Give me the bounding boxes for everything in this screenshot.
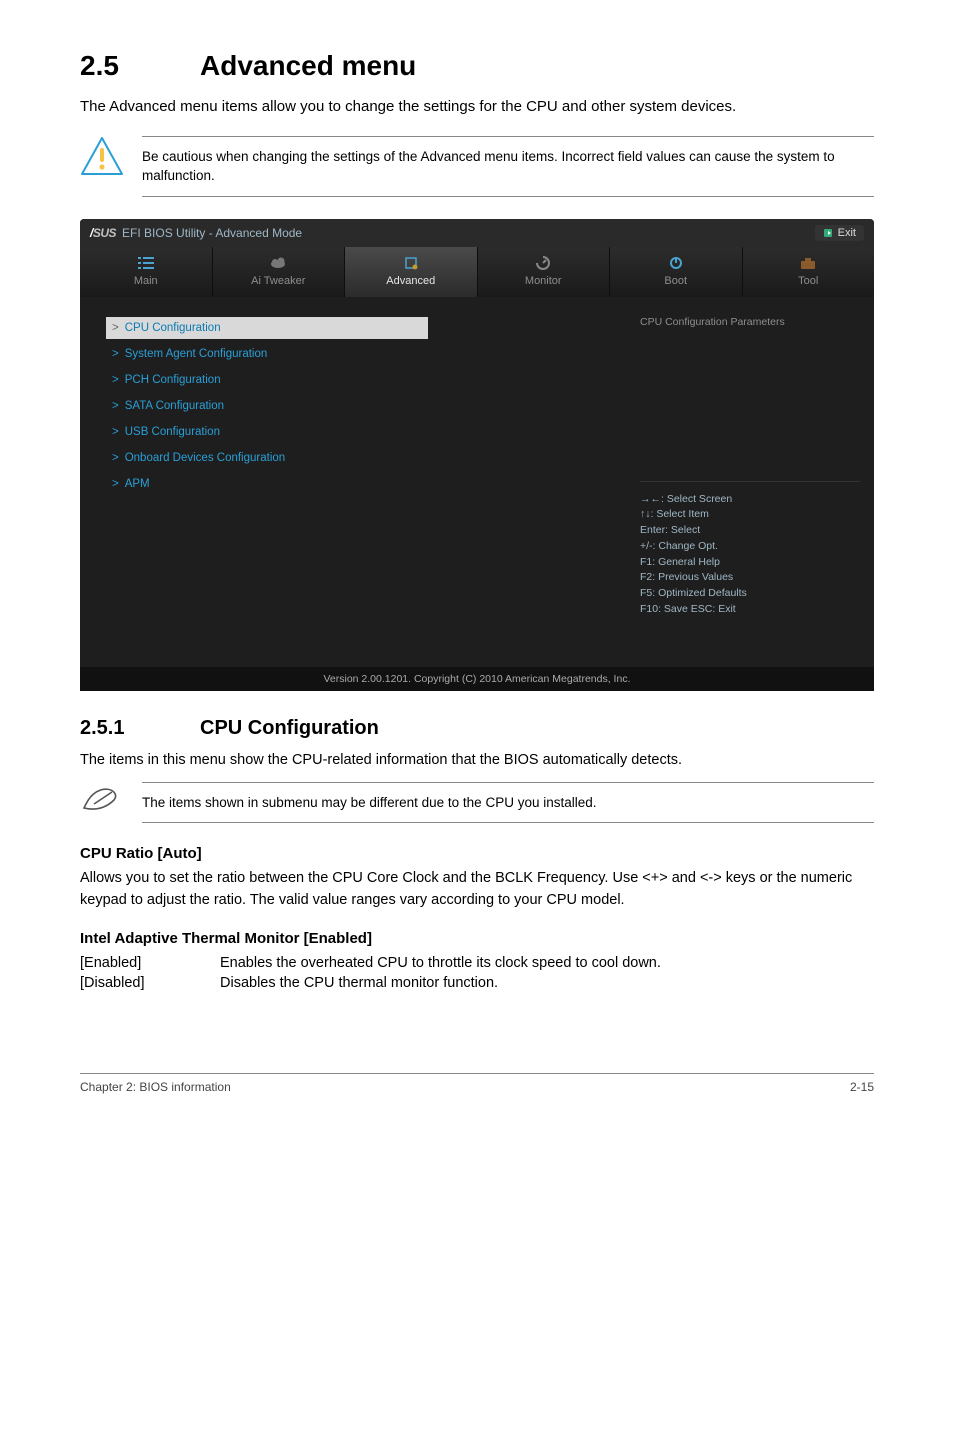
table-row: [Disabled] Disables the CPU thermal moni… — [80, 973, 661, 993]
table-row: [Enabled] Enables the overheated CPU to … — [80, 953, 661, 973]
intro-paragraph: The Advanced menu items allow you to cha… — [80, 96, 874, 118]
tab-boot[interactable]: Boot — [610, 247, 743, 297]
option-value-table: [Enabled] Enables the overheated CPU to … — [80, 953, 661, 993]
key-help-line: F1: General Help — [640, 555, 860, 571]
subsection-paragraph: The items in this menu show the CPU-rela… — [80, 750, 874, 772]
option-key: [Enabled] — [80, 953, 220, 973]
note-callout: The items shown in submenu may be differ… — [80, 782, 874, 824]
list-icon — [136, 255, 156, 271]
menu-onboard-devices-configuration[interactable]: >Onboard Devices Configuration — [106, 447, 616, 469]
tab-ai-tweaker[interactable]: Ai Tweaker — [213, 247, 346, 297]
exit-button[interactable]: Exit — [815, 225, 864, 241]
section-number: 2.5 — [80, 50, 200, 82]
footer-left: Chapter 2: BIOS information — [80, 1080, 231, 1094]
tab-main-label: Main — [134, 275, 158, 287]
power-icon — [666, 255, 686, 271]
bios-body: >CPU Configuration >System Agent Configu… — [80, 297, 874, 667]
bios-title-text: EFI BIOS Utility - Advanced Mode — [122, 226, 302, 240]
key-help-line: ↑↓: Select Item — [640, 507, 860, 523]
bios-menu: >CPU Configuration >System Agent Configu… — [106, 317, 616, 495]
tab-main[interactable]: Main — [80, 247, 213, 297]
warning-callout: Be cautious when changing the settings o… — [80, 136, 874, 197]
warning-icon — [80, 136, 124, 176]
toolbox-icon — [798, 255, 818, 271]
section-title-text: Advanced menu — [200, 50, 416, 81]
note-icon — [80, 782, 124, 812]
option-heading: Intel Adaptive Thermal Monitor [Enabled] — [80, 930, 874, 947]
bios-title-left: /SUS EFI BIOS Utility - Advanced Mode — [90, 226, 302, 240]
key-help-line: F2: Previous Values — [640, 570, 860, 586]
tab-monitor-label: Monitor — [525, 275, 562, 287]
menu-sata-configuration[interactable]: >SATA Configuration — [106, 395, 616, 417]
bios-screenshot: /SUS EFI BIOS Utility - Advanced Mode Ex… — [80, 219, 874, 691]
bios-tabs: Main Ai Tweaker Advanced Monitor Boot To… — [80, 247, 874, 297]
menu-apm[interactable]: >APM — [106, 473, 616, 495]
subsection-title-text: CPU Configuration — [200, 717, 379, 739]
tab-advanced[interactable]: Advanced — [345, 247, 478, 297]
key-help-line: →←: Select Screen — [640, 492, 860, 508]
menu-cpu-configuration[interactable]: >CPU Configuration — [106, 317, 428, 339]
footer-right: 2-15 — [850, 1080, 874, 1094]
menu-usb-configuration[interactable]: >USB Configuration — [106, 421, 616, 443]
menu-pch-configuration[interactable]: >PCH Configuration — [106, 369, 616, 391]
warning-text: Be cautious when changing the settings o… — [142, 147, 874, 186]
subsection-heading: 2.5.1CPU Configuration — [80, 717, 874, 740]
tab-ai-tweaker-label: Ai Tweaker — [251, 275, 305, 287]
key-help-line: F10: Save ESC: Exit — [640, 602, 860, 618]
tab-tool[interactable]: Tool — [743, 247, 875, 297]
tab-monitor[interactable]: Monitor — [478, 247, 611, 297]
key-help-line: +/-: Change Opt. — [640, 539, 860, 555]
page-footer: Chapter 2: BIOS information 2-15 — [80, 1073, 874, 1094]
bios-footer: Version 2.00.1201. Copyright (C) 2010 Am… — [80, 667, 874, 691]
tab-advanced-label: Advanced — [386, 275, 435, 287]
option-heading: CPU Ratio [Auto] — [80, 845, 874, 862]
note-text: The items shown in submenu may be differ… — [142, 793, 874, 813]
subsection-number: 2.5.1 — [80, 717, 200, 740]
key-help-line: Enter: Select — [640, 523, 860, 539]
tab-tool-label: Tool — [798, 275, 818, 287]
key-help-line: F5: Optimized Defaults — [640, 586, 860, 602]
section-heading: 2.5Advanced menu — [80, 50, 874, 82]
bios-brand: /SUS — [90, 226, 116, 240]
monitor-icon — [533, 255, 553, 271]
bios-key-help: →←: Select Screen ↑↓: Select Item Enter:… — [640, 481, 860, 618]
menu-system-agent-configuration[interactable]: >System Agent Configuration — [106, 343, 616, 365]
bios-titlebar: /SUS EFI BIOS Utility - Advanced Mode Ex… — [80, 219, 874, 247]
cloud-icon — [268, 255, 288, 271]
option-key: [Disabled] — [80, 973, 220, 993]
option-value: Disables the CPU thermal monitor functio… — [220, 973, 661, 993]
exit-label: Exit — [838, 227, 856, 239]
option-body: Allows you to set the ratio between the … — [80, 868, 874, 912]
exit-icon — [823, 228, 833, 238]
tab-boot-label: Boot — [664, 275, 687, 287]
chip-icon — [401, 255, 421, 271]
bios-help-panel: CPU Configuration Parameters →←: Select … — [626, 297, 874, 667]
bios-main-panel: >CPU Configuration >System Agent Configu… — [80, 297, 626, 667]
option-value: Enables the overheated CPU to throttle i… — [220, 953, 661, 973]
bios-hint-text: CPU Configuration Parameters — [640, 315, 860, 331]
